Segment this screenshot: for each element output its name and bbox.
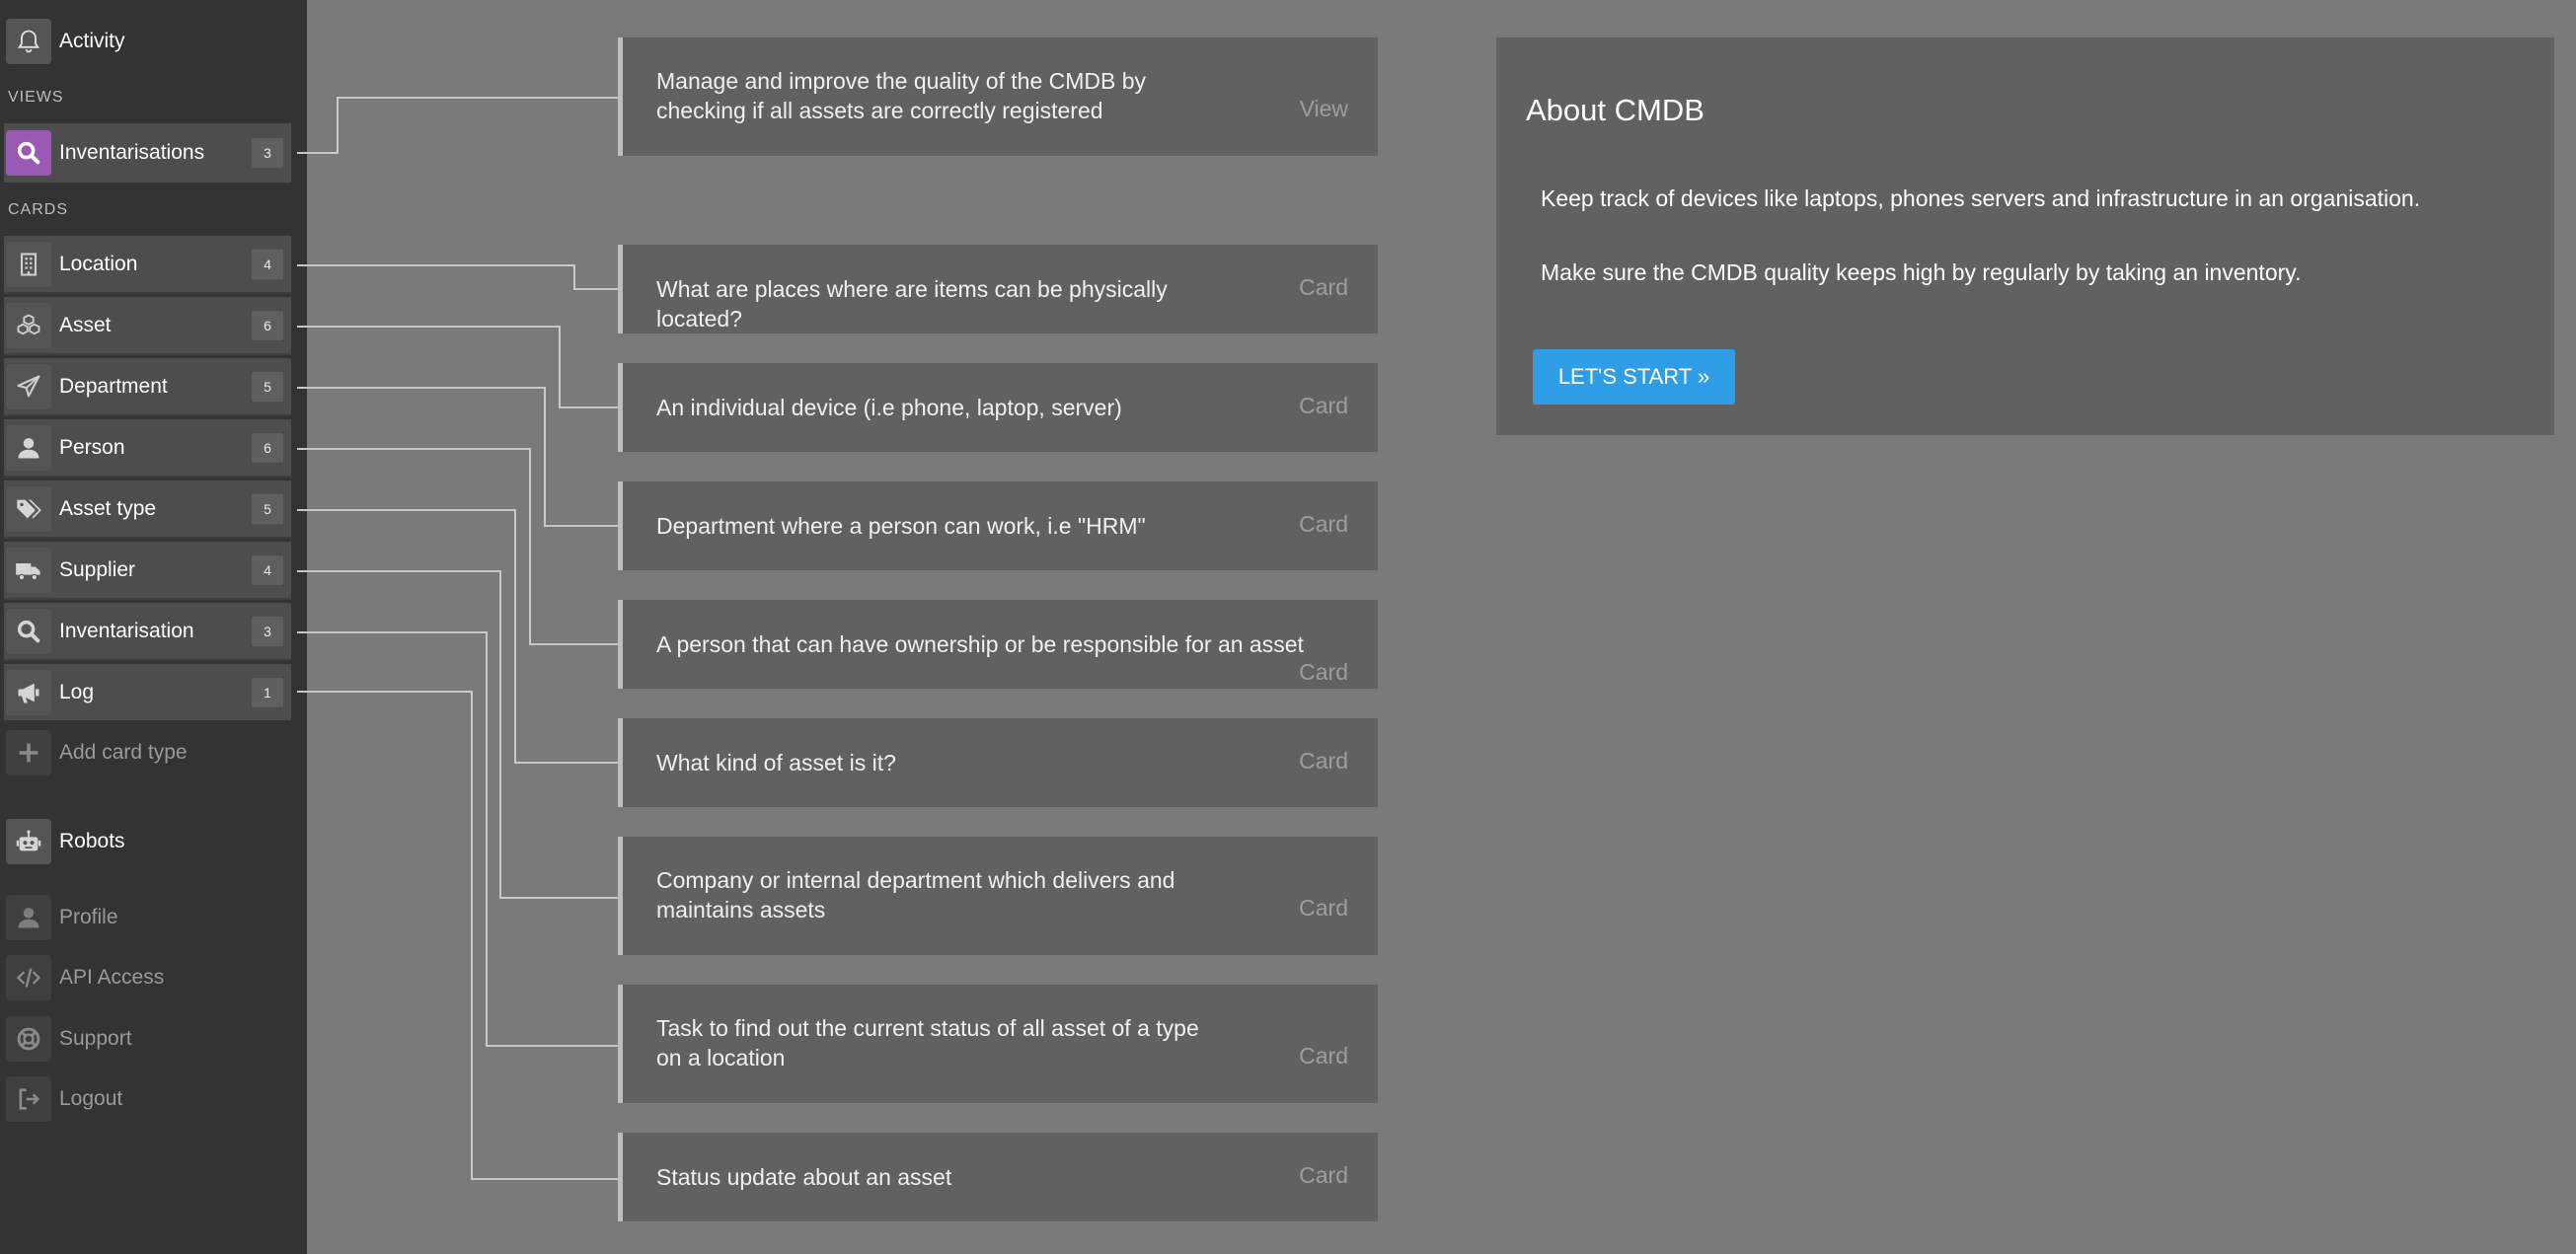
connector-line xyxy=(297,448,618,645)
description-card-asset-type[interactable]: What kind of asset is it? Card xyxy=(618,718,1378,807)
description-card-location[interactable]: What are places where are items can be p… xyxy=(618,245,1378,333)
card-description: An individual device (i.e phone, laptop,… xyxy=(656,395,1122,420)
card-description: A person that can have ownership or be r… xyxy=(656,631,1304,657)
card-kind-label: Card xyxy=(1299,393,1348,418)
about-paragraph: Make sure the CMDB quality keeps high by… xyxy=(1541,259,2302,285)
card-kind-label: Card xyxy=(1299,659,1348,685)
card-description: What are places where are items can be p… xyxy=(656,276,1168,332)
about-title: About CMDB xyxy=(1526,93,1705,127)
card-kind-label: Card xyxy=(1299,895,1348,921)
description-card-asset[interactable]: An individual device (i.e phone, laptop,… xyxy=(618,363,1378,452)
description-card-person[interactable]: A person that can have ownership or be r… xyxy=(618,600,1378,689)
connector-line xyxy=(297,264,618,290)
connector-line xyxy=(297,326,618,408)
description-card-inventarisations[interactable]: Manage and improve the quality of the CM… xyxy=(618,37,1378,156)
description-card-log[interactable]: Status update about an asset Card xyxy=(618,1133,1378,1221)
card-description: Company or internal department which del… xyxy=(656,867,1175,922)
card-kind-label: Card xyxy=(1299,748,1348,774)
card-kind-label: Card xyxy=(1299,1162,1348,1188)
connector-line xyxy=(297,509,618,764)
lets-start-button[interactable]: LET'S START » xyxy=(1533,349,1735,405)
card-kind-label: Card xyxy=(1299,511,1348,537)
about-paragraph: Keep track of devices like laptops, phon… xyxy=(1541,185,2421,211)
about-panel: About CMDB Keep track of devices like la… xyxy=(1496,37,2554,435)
description-card-inventarisation[interactable]: Task to find out the current status of a… xyxy=(618,985,1378,1103)
card-description: Manage and improve the quality of the CM… xyxy=(656,68,1147,123)
description-card-department[interactable]: Department where a person can work, i.e … xyxy=(618,481,1378,570)
card-description: Department where a person can work, i.e … xyxy=(656,513,1146,539)
card-kind-label: Card xyxy=(1299,274,1348,300)
connector-line xyxy=(297,570,618,899)
description-card-supplier[interactable]: Company or internal department which del… xyxy=(618,837,1378,955)
connector-line xyxy=(297,631,618,1047)
card-description: What kind of asset is it? xyxy=(656,750,896,775)
card-kind-label: Card xyxy=(1299,1043,1348,1069)
card-description: Status update about an asset xyxy=(656,1164,952,1190)
connector-line xyxy=(297,691,618,1180)
connector-line xyxy=(297,97,618,154)
card-kind-label: View xyxy=(1299,96,1348,121)
card-description: Task to find out the current status of a… xyxy=(656,1015,1199,1070)
